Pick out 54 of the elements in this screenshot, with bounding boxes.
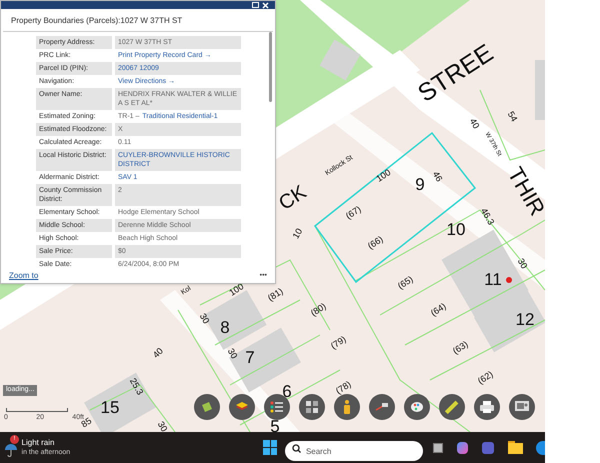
screen-icon [515, 401, 529, 413]
map-label: (80) [308, 300, 328, 318]
weather-icon[interactable] [3, 442, 19, 458]
map-label: (81) [266, 286, 285, 304]
zoom-to-link[interactable]: Zoom to [9, 270, 38, 282]
map-label: 40 [468, 116, 482, 130]
map-label: 11 [484, 270, 502, 289]
building-shape [535, 60, 545, 120]
measure-icon [375, 402, 389, 412]
map-label: (65) [396, 274, 415, 292]
map-label: 10 [290, 226, 304, 240]
map-label: 8 [220, 318, 230, 337]
printer-icon [480, 401, 494, 413]
map-label: 30 [226, 346, 240, 360]
map-label: (67) [344, 204, 363, 222]
maximize-icon[interactable] [252, 2, 259, 8]
map-label: 9 [415, 175, 425, 194]
close-icon[interactable] [262, 2, 269, 8]
map-label: 10 [446, 220, 466, 239]
tile-icon [200, 400, 214, 414]
map-label: 30 [516, 256, 530, 270]
folder-icon[interactable] [508, 441, 523, 454]
scale-bar [6, 408, 68, 412]
map-label: (63) [450, 338, 470, 356]
windows-icon[interactable] [263, 440, 277, 455]
popup-title: Property Boundaries (Parcels):1027 W 37TH ST [3, 9, 273, 32]
grid-icon [306, 401, 318, 413]
search-icon [292, 444, 301, 452]
map-label: 15 [100, 398, 120, 417]
map-label: 40 [150, 346, 165, 360]
weather-title: Light rain [22, 438, 56, 448]
map-label: 30 [156, 420, 170, 432]
map-label: (78) [334, 378, 353, 396]
map-label: (62) [476, 368, 495, 386]
palette-icon [410, 401, 424, 413]
scrollbar[interactable] [269, 32, 272, 102]
map-label: 7 [245, 348, 255, 367]
map-label: 100 [227, 281, 246, 298]
map-label: 5 [270, 417, 280, 432]
map-label: 6 [282, 382, 292, 401]
location-marker [506, 277, 512, 283]
map-label: 54 [506, 110, 520, 124]
list-icon [270, 401, 284, 413]
map-label: 12 [516, 310, 534, 329]
person-icon [343, 400, 351, 414]
map-label: (64) [428, 300, 448, 318]
map-label: CK [275, 181, 310, 215]
search-field[interactable]: Search [284, 441, 423, 461]
map-label: (79) [328, 334, 348, 352]
map-label: 30 [198, 312, 212, 326]
task-view-icon[interactable] [432, 442, 444, 452]
map-label: 100 [374, 167, 392, 184]
map-label: (66) [366, 234, 385, 252]
map-label: 46 [430, 170, 444, 184]
